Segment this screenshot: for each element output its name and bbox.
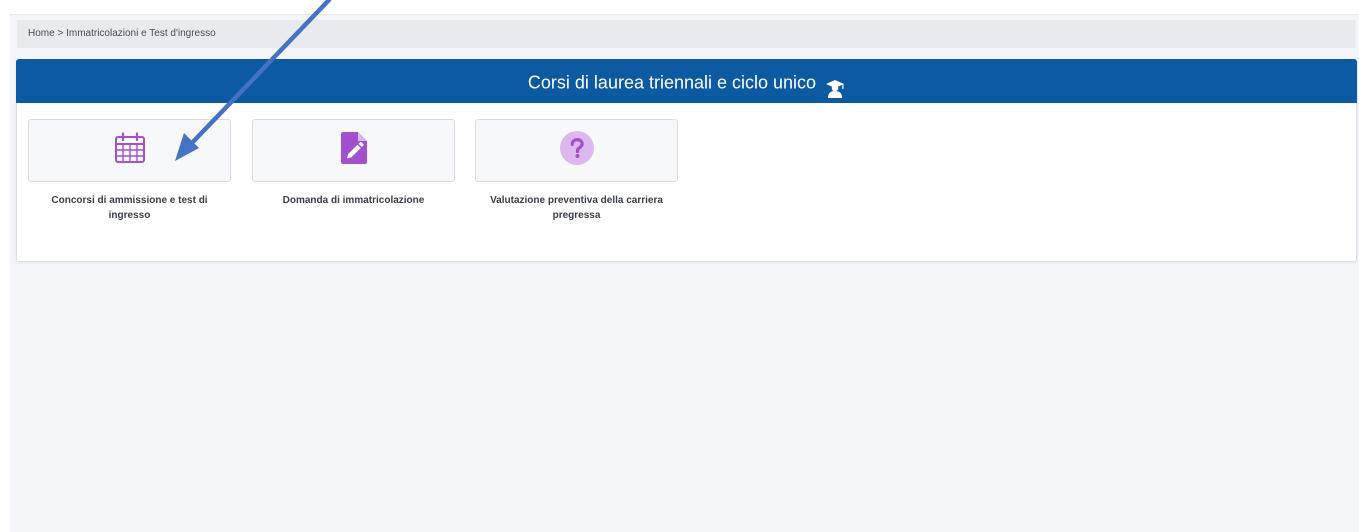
panel-header: Corsi di laurea triennali e ciclo unico bbox=[16, 59, 1357, 103]
card-career-evaluation-label[interactable]: Valutazione preventiva della carriera pr… bbox=[475, 193, 678, 223]
card-career-evaluation-tile[interactable] bbox=[475, 119, 678, 182]
card-admission-tests-tile[interactable] bbox=[28, 119, 231, 182]
card-enrollment-application-tile[interactable] bbox=[252, 119, 455, 182]
top-strip bbox=[0, 0, 1359, 15]
breadcrumb-current: Immatricolazioni e Test d'ingresso bbox=[66, 28, 216, 39]
card-enrollment-application[interactable]: Domanda di immatricolazione bbox=[252, 119, 455, 208]
graduation-cap-icon bbox=[825, 71, 845, 98]
card-enrollment-application-label[interactable]: Domanda di immatricolazione bbox=[252, 193, 455, 208]
breadcrumb: Home > Immatricolazioni e Test d'ingress… bbox=[17, 20, 1356, 48]
card-admission-tests[interactable]: Concorsi di ammissione e test di ingress… bbox=[28, 119, 231, 223]
panel-title: Corsi di laurea triennali e ciclo unico bbox=[527, 72, 817, 93]
question-circle-icon bbox=[559, 131, 594, 170]
breadcrumb-separator: > bbox=[57, 28, 64, 39]
file-edit-icon bbox=[340, 132, 367, 169]
courses-panel: Corsi di laurea triennali e ciclo unico bbox=[16, 59, 1357, 262]
card-career-evaluation[interactable]: Valutazione preventiva della carriera pr… bbox=[475, 119, 678, 223]
card-admission-tests-label[interactable]: Concorsi di ammissione e test di ingress… bbox=[28, 193, 231, 223]
breadcrumb-home-link[interactable]: Home bbox=[28, 28, 55, 39]
left-gutter bbox=[0, 14, 10, 532]
calendar-icon bbox=[114, 132, 146, 169]
